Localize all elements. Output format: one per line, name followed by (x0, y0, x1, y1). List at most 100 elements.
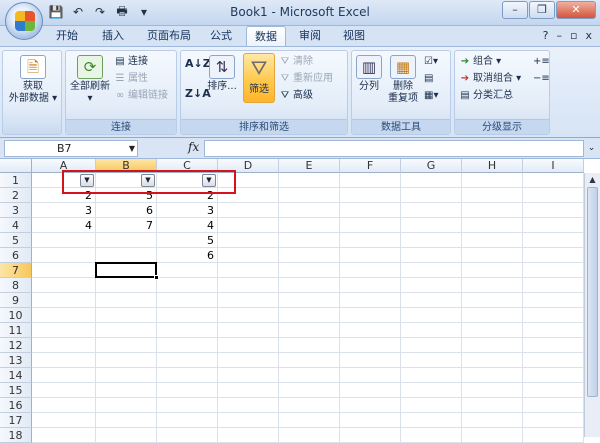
fill-handle[interactable] (154, 275, 159, 280)
text-to-columns-icon: ▥ (356, 55, 382, 79)
cell-B3[interactable]: 6 (96, 203, 157, 218)
ribbon-tabs: 开始 插入 页面布局 公式 数据 审阅 视图 ? – ▫ x (0, 26, 600, 46)
column-header-H[interactable]: H (462, 159, 523, 173)
clear-filter-icon: ⛛ (280, 56, 290, 67)
cell-C4[interactable]: 4 (157, 218, 218, 233)
office-button[interactable] (5, 2, 43, 40)
active-cell-border (95, 262, 157, 278)
group-outline-label: 分级显示 (455, 119, 549, 134)
tab-review[interactable]: 审阅 (293, 26, 327, 46)
cell-A4[interactable]: 4 (32, 218, 96, 233)
vertical-scrollbar[interactable]: ▲ (584, 173, 600, 437)
ungroup-button[interactable]: ➔ 取消组合 ▾ (459, 72, 521, 86)
refresh-all-button[interactable]: ⟳ 全部刷新 ▾ (68, 55, 112, 105)
text-to-columns-button[interactable]: ▥ 分列 (354, 55, 384, 93)
row-header-10[interactable]: 10 (0, 308, 32, 323)
minimize-button[interactable]: – (502, 1, 528, 19)
row-header-2[interactable]: 2 (0, 188, 32, 203)
reapply-button[interactable]: ⛛ 重新应用 (279, 72, 333, 86)
remove-dup-label-1: 删除 (393, 81, 413, 92)
filter-button[interactable]: ⛛ 筛选 (243, 53, 275, 103)
row-header-4[interactable]: 4 (0, 218, 32, 233)
row-header-8[interactable]: 8 (0, 278, 32, 293)
row-header-7[interactable]: 7 (0, 263, 32, 278)
row-header-14[interactable]: 14 (0, 368, 32, 383)
column-header-E[interactable]: E (279, 159, 340, 173)
consolidate-icon[interactable]: ▤ (424, 72, 433, 86)
row-header-18[interactable]: 18 (0, 428, 32, 443)
group-sort-filter: A↓Z Z↓A ⇅ 排序... ⛛ 筛选 ⛛ 清除 ⛛ 重新应用 ⛛ 高级 排序和筛选 (180, 50, 348, 135)
name-box-dropdown-icon[interactable]: ▼ (129, 141, 135, 156)
name-box[interactable]: B7 ▼ (4, 140, 138, 157)
close-button[interactable]: ✕ (556, 1, 596, 19)
row-header-11[interactable]: 11 (0, 323, 32, 338)
edit-links-button[interactable]: ∞ 编辑链接 (114, 89, 168, 103)
group-icon: ➔ (460, 56, 470, 67)
column-header-I[interactable]: I (523, 159, 584, 173)
group-sort-filter-label: 排序和筛选 (181, 119, 347, 134)
subtotal-button[interactable]: ▤ 分类汇总 (459, 89, 513, 103)
tab-formulas[interactable]: 公式 (204, 26, 238, 46)
row-header-5[interactable]: 5 (0, 233, 32, 248)
group-label: 组合 (473, 56, 493, 67)
highlight-box (62, 170, 236, 194)
row-gridline (32, 427, 584, 428)
row-gridline (32, 247, 584, 248)
tab-page-layout[interactable]: 页面布局 (140, 26, 198, 46)
ribbon: 🗎 获取 外部数据 ▾ ⟳ 全部刷新 ▾ ▤ 连接 ☰ 属性 ∞ 编辑链接 连接 A↓… (0, 46, 600, 138)
tab-data[interactable]: 数据 (246, 26, 286, 46)
formula-input[interactable] (204, 140, 584, 157)
tab-home[interactable]: 开始 (50, 26, 84, 46)
row-header-6[interactable]: 6 (0, 248, 32, 263)
data-validation-icon[interactable]: ☑▾ (424, 55, 438, 69)
row-header-3[interactable]: 3 (0, 203, 32, 218)
scroll-thumb[interactable] (587, 187, 598, 397)
select-all-corner[interactable] (0, 159, 32, 173)
title-bar: 💾 ↶ ↷ 🖶 ▾ Book1 - Microsoft Excel – ❐ ✕ (0, 0, 600, 26)
expand-formula-bar-icon[interactable]: ⌄ (585, 140, 598, 157)
refresh-all-label: 全部刷新 (70, 81, 110, 92)
column-header-G[interactable]: G (401, 159, 462, 173)
properties-button[interactable]: ☰ 属性 (114, 72, 148, 86)
row-header-12[interactable]: 12 (0, 338, 32, 353)
row-gridline (32, 367, 584, 368)
advanced-filter-icon: ⛛ (280, 90, 290, 101)
cell-C6[interactable]: 6 (157, 248, 218, 263)
row-header-9[interactable]: 9 (0, 293, 32, 308)
ribbon-restore-icon[interactable]: ▫ (570, 29, 577, 42)
row-header-16[interactable]: 16 (0, 398, 32, 413)
show-detail-icon[interactable]: +≡ (533, 55, 550, 69)
group-data-tools-label: 数据工具 (352, 119, 450, 134)
cell-A3[interactable]: 3 (32, 203, 96, 218)
row-header-17[interactable]: 17 (0, 413, 32, 428)
ribbon-minimize-icon[interactable]: – (557, 29, 563, 42)
restore-button[interactable]: ❐ (529, 1, 555, 19)
group-button[interactable]: ➔ 组合 ▾ (459, 55, 501, 69)
clear-button[interactable]: ⛛ 清除 (279, 55, 313, 69)
cell-B4[interactable]: 7 (96, 218, 157, 233)
help-icon[interactable]: ? (543, 29, 549, 42)
cell-C3[interactable]: 3 (157, 203, 218, 218)
what-if-icon[interactable]: ▦▾ (424, 89, 438, 103)
cell-C5[interactable]: 5 (157, 233, 218, 248)
ribbon-close-icon[interactable]: x (585, 29, 592, 42)
get-external-data-button[interactable]: 🗎 获取 外部数据 ▾ (7, 55, 59, 105)
spreadsheet-grid[interactable]: ▲ A B C D E F G H I 1 2 3 4 5 6 7 8 9 10 11 12 13 14 15 16 17 18 2 5… (0, 159, 600, 443)
row-gridline (32, 412, 584, 413)
scroll-up-icon[interactable]: ▲ (585, 173, 600, 186)
hide-detail-icon[interactable]: −≡ (533, 72, 550, 86)
row-header-13[interactable]: 13 (0, 353, 32, 368)
advanced-label: 高级 (293, 90, 313, 101)
tab-view[interactable]: 视图 (337, 26, 371, 46)
remove-duplicates-button[interactable]: ▦ 删除 重复项 (386, 55, 420, 105)
row-header-15[interactable]: 15 (0, 383, 32, 398)
row-gridline (32, 337, 584, 338)
sort-button[interactable]: ⇅ 排序... (205, 55, 239, 93)
connections-button[interactable]: ▤ 连接 (114, 55, 148, 69)
tab-insert[interactable]: 插入 (96, 26, 130, 46)
text-to-columns-label: 分列 (359, 81, 379, 92)
row-header-1[interactable]: 1 (0, 173, 32, 188)
advanced-button[interactable]: ⛛ 高级 (279, 89, 313, 103)
column-header-F[interactable]: F (340, 159, 401, 173)
insert-function-icon[interactable]: fx (188, 140, 199, 154)
